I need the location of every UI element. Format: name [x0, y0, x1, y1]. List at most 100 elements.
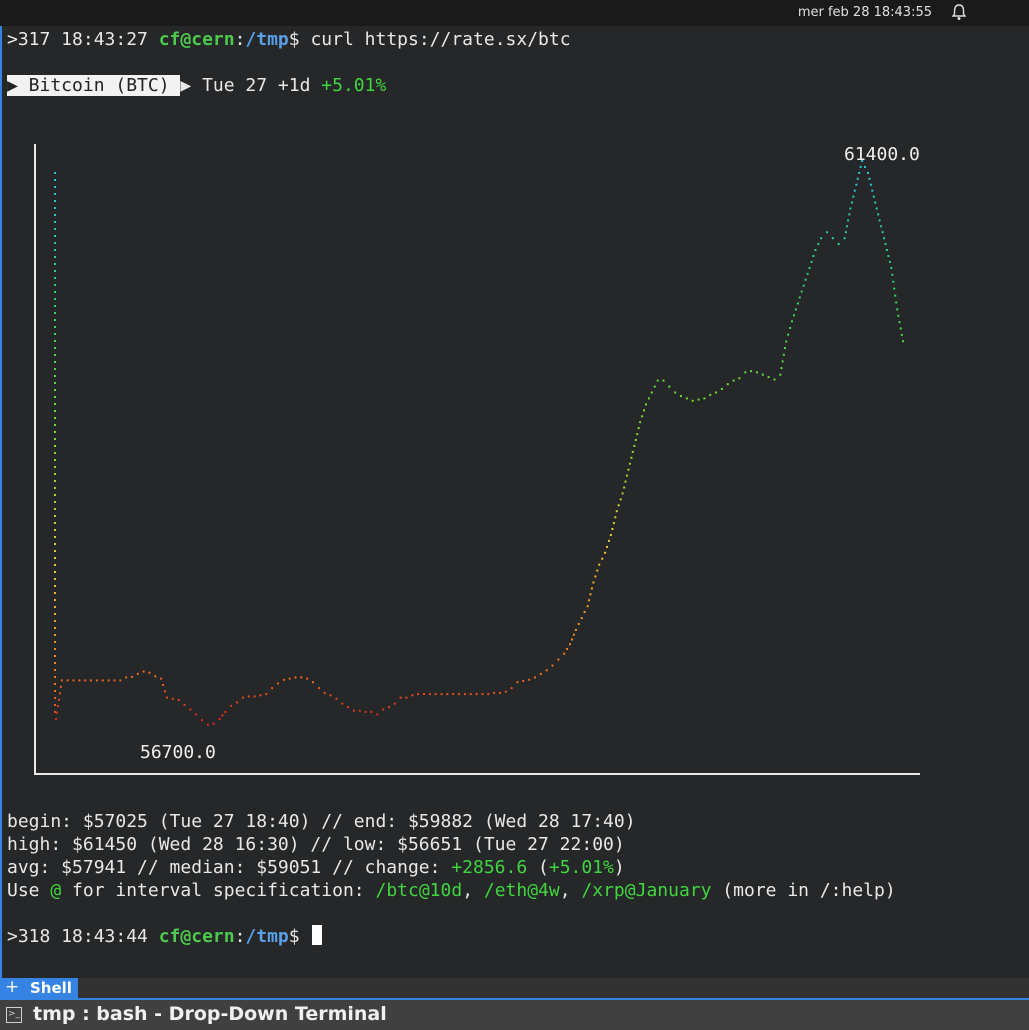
- chart-dot: [808, 266, 811, 269]
- chart-dot: [54, 627, 56, 629]
- chart-dot: [54, 200, 56, 202]
- chart-dot: [347, 706, 350, 709]
- clock[interactable]: mer feb 28 18:43:55: [798, 5, 932, 20]
- chart-dot: [498, 691, 501, 694]
- chart-dot: [54, 515, 56, 517]
- chart-dot: [781, 360, 784, 363]
- chart-dot: [54, 193, 56, 195]
- chart-dot: [812, 255, 815, 257]
- chart-dot: [583, 611, 586, 614]
- chart-dot: [212, 722, 215, 725]
- chart-dot: [54, 431, 56, 433]
- chart-dot: [417, 693, 420, 696]
- chart-dot: [164, 690, 166, 693]
- chart-dot: [626, 474, 628, 477]
- chart-dot: [793, 314, 795, 317]
- chart-dot: [59, 685, 62, 688]
- chart-dot: [154, 675, 157, 678]
- chart-dot: [475, 693, 478, 696]
- chart-dot: [54, 704, 56, 706]
- chart-dot: [224, 710, 227, 713]
- chart-dot: [54, 501, 56, 503]
- window-title: tmp : bash - Drop-Down Terminal: [33, 1003, 387, 1025]
- chart-dot: [612, 522, 615, 525]
- chart-dot: [855, 183, 858, 186]
- chart-dot: [294, 676, 297, 679]
- terminal-icon: >_: [6, 1007, 22, 1023]
- chart-dot: [791, 320, 793, 323]
- chart-dot: [756, 371, 758, 374]
- terminal-window[interactable]: >317 18:43:27 cf@cern:/tmp$ curl https:/…: [0, 26, 1029, 978]
- chart-dot: [54, 487, 56, 489]
- chart-dot: [891, 273, 894, 276]
- chart-dot: [54, 410, 56, 412]
- chart-dot: [601, 557, 604, 560]
- chart-dot: [54, 550, 56, 552]
- chart-dot: [726, 383, 729, 386]
- chart-dot: [78, 679, 81, 682]
- chart-dot: [697, 398, 700, 401]
- use-text: Use: [7, 880, 51, 901]
- chart-dot: [54, 662, 56, 664]
- chart-dot: [101, 679, 104, 682]
- chart-dot: [887, 255, 890, 257]
- chart-dot: [54, 494, 56, 496]
- chart-dot: [54, 319, 56, 321]
- summary-change-value: +2856.6: [451, 857, 528, 878]
- chart-dot: [569, 643, 571, 646]
- plus-icon[interactable]: +: [5, 977, 19, 997]
- interval-text: for interval specification:: [61, 880, 376, 901]
- chart-dot: [54, 655, 56, 657]
- chart-dot: [845, 225, 848, 228]
- chart-dot: [898, 321, 901, 324]
- chart-dot: [259, 694, 262, 697]
- chart-dot: [54, 375, 56, 377]
- chart-dot: [452, 693, 455, 696]
- chart-dot: [364, 710, 367, 713]
- chart-dot: [628, 462, 631, 465]
- chart-dot: [608, 539, 610, 542]
- chart-dot: [750, 370, 753, 373]
- chart-dot: [800, 290, 803, 293]
- chart-dot: [606, 545, 608, 548]
- chart-dot: [358, 709, 361, 712]
- chart-dot: [125, 676, 128, 679]
- chart-dot: [54, 459, 56, 461]
- chart-dot: [177, 699, 180, 701]
- chart-dot: [54, 508, 56, 510]
- chart-dot: [54, 333, 56, 335]
- chart-dot: [306, 677, 309, 680]
- chart-dot: [329, 694, 332, 697]
- chart-dot: [880, 225, 883, 228]
- chart-dot: [54, 536, 56, 538]
- chart-dot: [596, 569, 599, 572]
- prompt-line-2[interactable]: >318 18:43:44 cf@cern:/tmp$: [7, 925, 323, 948]
- chart-dot: [798, 296, 801, 299]
- chart-dot: [637, 427, 640, 430]
- chart-dot: [54, 564, 56, 566]
- chart-dot: [54, 480, 56, 482]
- chart-dot: [883, 237, 885, 240]
- chart-dot: [119, 679, 122, 682]
- help-hint: (more in /:help): [711, 880, 896, 901]
- chart-dot: [615, 510, 618, 513]
- chart-dot: [107, 679, 110, 682]
- chart-dot: [84, 679, 87, 682]
- chart-dot: [589, 593, 592, 596]
- chart-dot: [54, 326, 56, 328]
- chart-dot: [54, 284, 56, 286]
- chart-dot: [54, 340, 56, 342]
- chart-dot: [510, 687, 513, 690]
- chart-dot: [773, 378, 776, 381]
- chart-dot: [393, 702, 396, 705]
- bell-icon[interactable]: [951, 3, 967, 25]
- tab-shell[interactable]: + Shell: [0, 977, 78, 998]
- summary-line-3: avg: $57941 // median: $59051 // change:…: [7, 856, 625, 879]
- chart-dot: [767, 376, 770, 379]
- chart-dot: [784, 347, 786, 350]
- chart-dot: [850, 201, 853, 204]
- chart-dot: [54, 620, 56, 622]
- tab-bar: + Shell: [0, 977, 1029, 1000]
- chart-dot: [902, 340, 904, 343]
- chart-dot: [869, 183, 872, 186]
